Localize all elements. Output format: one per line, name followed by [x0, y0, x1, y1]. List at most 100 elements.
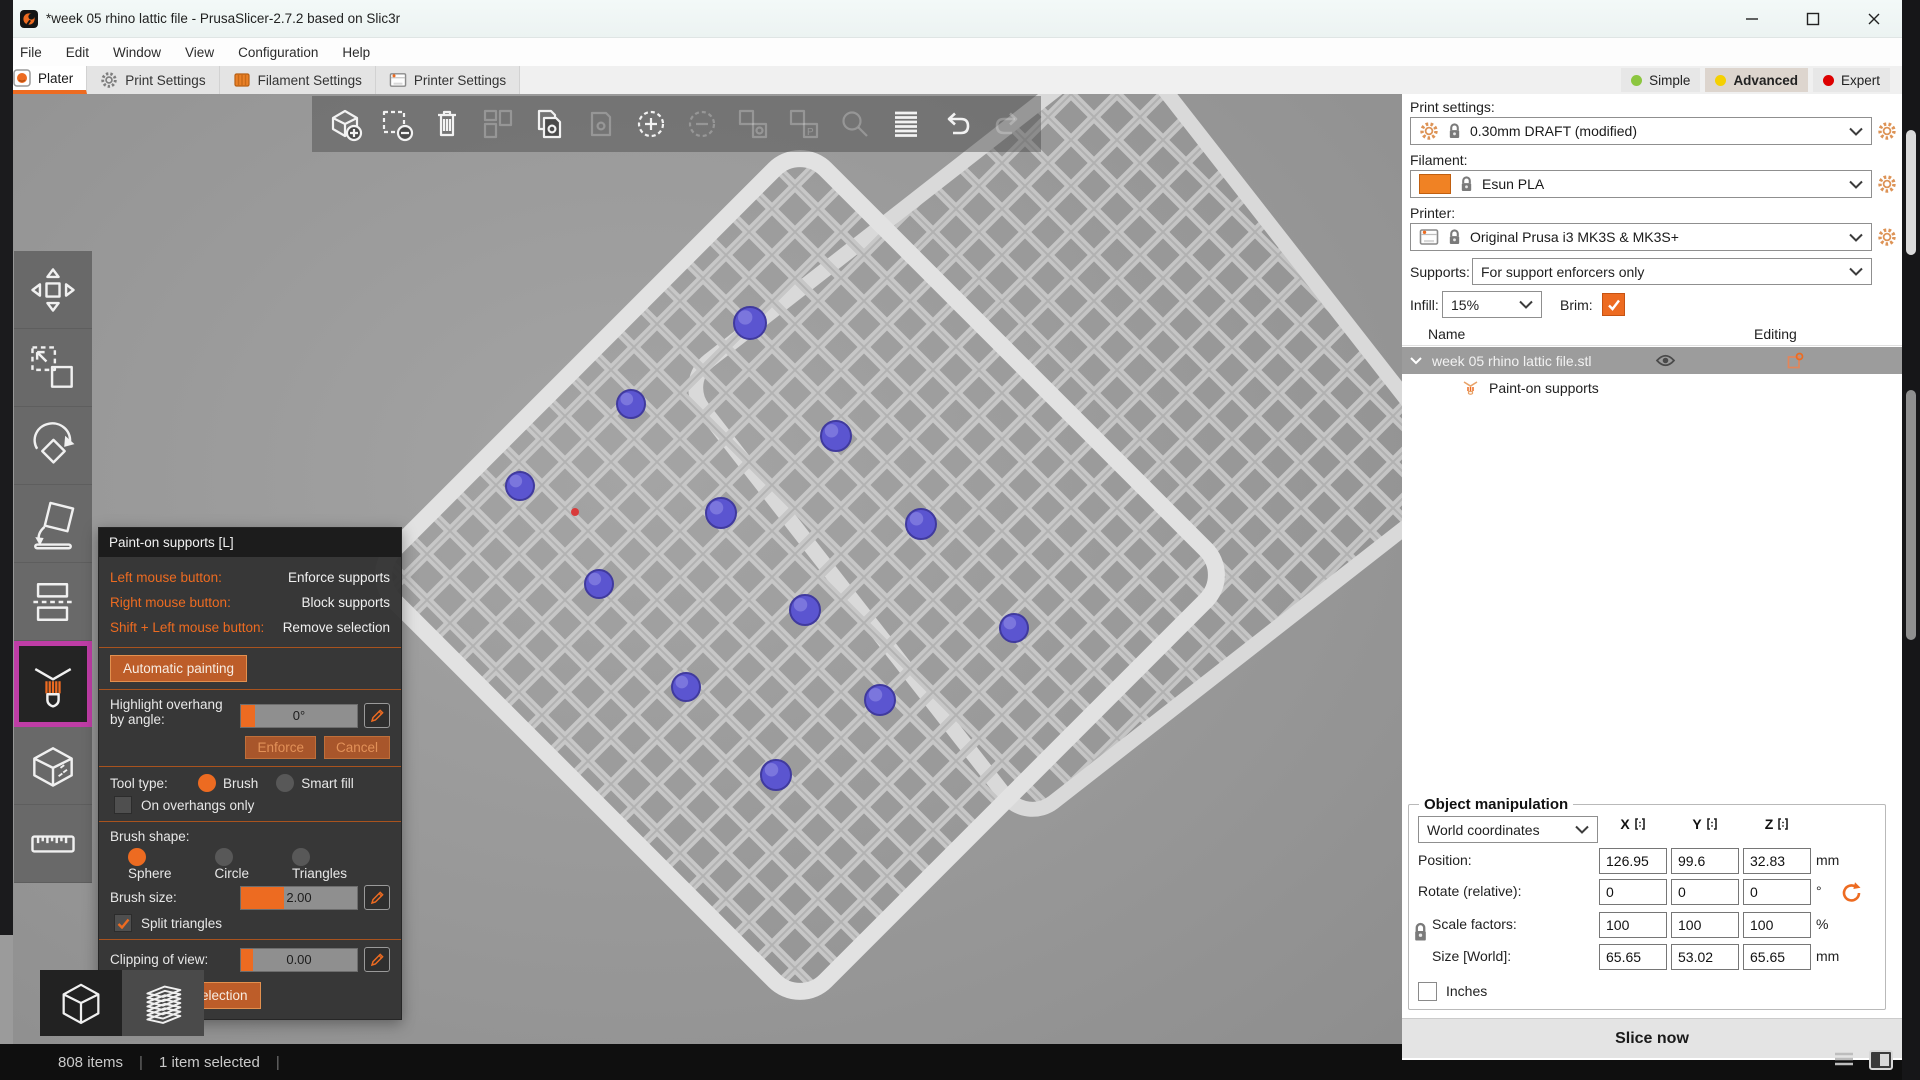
menu-bar: FileEditWindowViewConfigurationHelp: [0, 38, 1920, 66]
enforce-button[interactable]: Enforce: [245, 736, 316, 759]
chevron-down-icon: [1575, 825, 1589, 834]
copy-button[interactable]: [528, 103, 570, 145]
automatic-painting-button[interactable]: Automatic painting: [110, 655, 247, 682]
collapse-chevron-icon[interactable]: [1410, 356, 1422, 365]
edit-clipping-icon[interactable]: [364, 947, 390, 972]
support-blob: [506, 472, 534, 500]
brim-checkbox[interactable]: [1602, 293, 1625, 316]
brush-size-slider[interactable]: 2.00: [240, 886, 358, 910]
slice-now-button[interactable]: Slice now: [1402, 1018, 1902, 1058]
manip-0-y-input[interactable]: [1671, 848, 1739, 874]
split-triangles-checkbox[interactable]: [114, 914, 132, 932]
viewport-3d[interactable]: P Paint-on supports [L] Left mouse butto…: [13, 94, 1402, 1044]
on-overhangs-only-checkbox[interactable]: [114, 796, 132, 814]
object-list-row-paint-supports[interactable]: Paint-on supports: [1402, 375, 1902, 400]
eye-icon[interactable]: [1655, 353, 1676, 368]
undo-button[interactable]: [936, 103, 978, 145]
seam-painting-tool-button[interactable]: [14, 727, 92, 805]
legend-toggle-icon[interactable]: [1832, 1049, 1856, 1069]
menu-configuration[interactable]: Configuration: [226, 38, 330, 66]
add-instance-button[interactable]: [630, 103, 672, 145]
collapse-sidebar-icon[interactable]: [1868, 1049, 1894, 1071]
minimize-button[interactable]: [1729, 0, 1775, 38]
scale-tool-button[interactable]: [14, 329, 92, 407]
scrollbar-thumb[interactable]: [1906, 130, 1916, 255]
radio-label: Smart fill: [301, 776, 354, 791]
menu-view[interactable]: View: [173, 38, 226, 66]
maximize-button[interactable]: [1790, 0, 1836, 38]
preview-sliced-button[interactable]: [122, 970, 204, 1036]
supports-select[interactable]: For support enforcers only: [1472, 258, 1872, 285]
mode-dot-icon: [1715, 75, 1726, 86]
menu-window[interactable]: Window: [101, 38, 173, 66]
name-column-header: Name: [1428, 326, 1465, 342]
tool-type-smart-fill-radio[interactable]: Smart fill: [276, 776, 354, 791]
object-list-header: Name Editing: [1402, 324, 1902, 346]
object-list-row-selected[interactable]: week 05 rhino lattic file.stl: [1402, 347, 1902, 374]
editor-3d-button[interactable]: [40, 970, 122, 1036]
edit-object-icon[interactable]: [1786, 352, 1804, 370]
brush-shape-triangles-radio[interactable]: Triangles: [292, 848, 372, 881]
print-settings-combo[interactable]: 0.30mm DRAFT (modified): [1410, 117, 1872, 145]
cut-tool-button[interactable]: [14, 563, 92, 641]
coordinates-select[interactable]: World coordinates: [1418, 816, 1598, 843]
status-separator: |: [139, 1054, 143, 1071]
tab-plater[interactable]: Plater: [0, 66, 87, 94]
manip-1-x-input[interactable]: [1599, 879, 1667, 905]
filament-gear-button[interactable]: [1876, 173, 1898, 195]
manip-3-x-input[interactable]: [1599, 944, 1667, 970]
reset-rotation-icon[interactable]: [1840, 881, 1864, 905]
mode-simple[interactable]: Simple: [1621, 68, 1700, 92]
printer-label: Printer:: [1410, 205, 1455, 221]
menu-file[interactable]: File: [8, 38, 54, 66]
dialog-title[interactable]: Paint-on supports [L]: [99, 528, 401, 557]
tab-filament-settings[interactable]: Filament Settings: [220, 66, 376, 94]
printer-combo[interactable]: Original Prusa i3 MK3S & MK3S+: [1410, 223, 1872, 251]
filament-combo[interactable]: Esun PLA: [1410, 170, 1872, 198]
brush-shape-circle-radio[interactable]: Circle: [215, 848, 274, 881]
layer-height-button[interactable]: [885, 103, 927, 145]
filament-icon: [233, 72, 251, 88]
rotate-tool-button[interactable]: [14, 407, 92, 485]
printer-gear-button[interactable]: [1876, 226, 1898, 248]
manip-0-z-input[interactable]: [1743, 848, 1811, 874]
add-button[interactable]: [324, 103, 366, 145]
tool-type-brush-radio[interactable]: Brush: [198, 776, 258, 791]
manip-0-x-input[interactable]: [1599, 848, 1667, 874]
mode-advanced[interactable]: Advanced: [1705, 68, 1808, 92]
cancel-button[interactable]: Cancel: [324, 736, 390, 759]
overhang-angle-slider[interactable]: 0°: [240, 704, 358, 728]
delete-button[interactable]: [375, 103, 417, 145]
support-blob: [585, 570, 613, 598]
place-on-face-tool-button[interactable]: [14, 485, 92, 563]
manip-3-y-input[interactable]: [1671, 944, 1739, 970]
brush-shape-sphere-radio[interactable]: Sphere: [128, 848, 197, 881]
delete-all-button[interactable]: [426, 103, 468, 145]
scrollbar-thumb[interactable]: [1906, 390, 1916, 640]
close-button[interactable]: [1851, 0, 1897, 38]
scrollbar-track[interactable]: [1902, 0, 1920, 1080]
infill-select[interactable]: 15%: [1442, 291, 1542, 318]
paint-on-supports-tool-button[interactable]: [14, 641, 92, 727]
mode-expert[interactable]: Expert: [1813, 68, 1890, 92]
edit-brush-size-icon[interactable]: [364, 885, 390, 910]
manip-1-y-input[interactable]: [1671, 879, 1739, 905]
measure-tool-button[interactable]: [14, 805, 92, 883]
tab-print-settings[interactable]: Print Settings: [87, 66, 219, 94]
manip-2-z-input[interactable]: [1743, 912, 1811, 938]
axis-world-icon: [1777, 817, 1789, 831]
move-tool-button[interactable]: [14, 251, 92, 329]
menu-help[interactable]: Help: [330, 38, 382, 66]
manip-1-z-input[interactable]: [1743, 879, 1811, 905]
menu-edit[interactable]: Edit: [54, 38, 101, 66]
uniform-scale-lock-icon[interactable]: [1412, 921, 1429, 943]
print-settings-gear-button[interactable]: [1876, 120, 1898, 142]
paint-brush-icon: [1462, 379, 1479, 396]
manip-2-y-input[interactable]: [1671, 912, 1739, 938]
inches-checkbox[interactable]: [1418, 982, 1437, 1001]
edit-overhang-icon[interactable]: [364, 703, 390, 728]
manip-2-x-input[interactable]: [1599, 912, 1667, 938]
clipping-slider[interactable]: 0.00: [240, 948, 358, 972]
manip-3-z-input[interactable]: [1743, 944, 1811, 970]
tab-printer-settings[interactable]: Printer Settings: [376, 66, 520, 94]
